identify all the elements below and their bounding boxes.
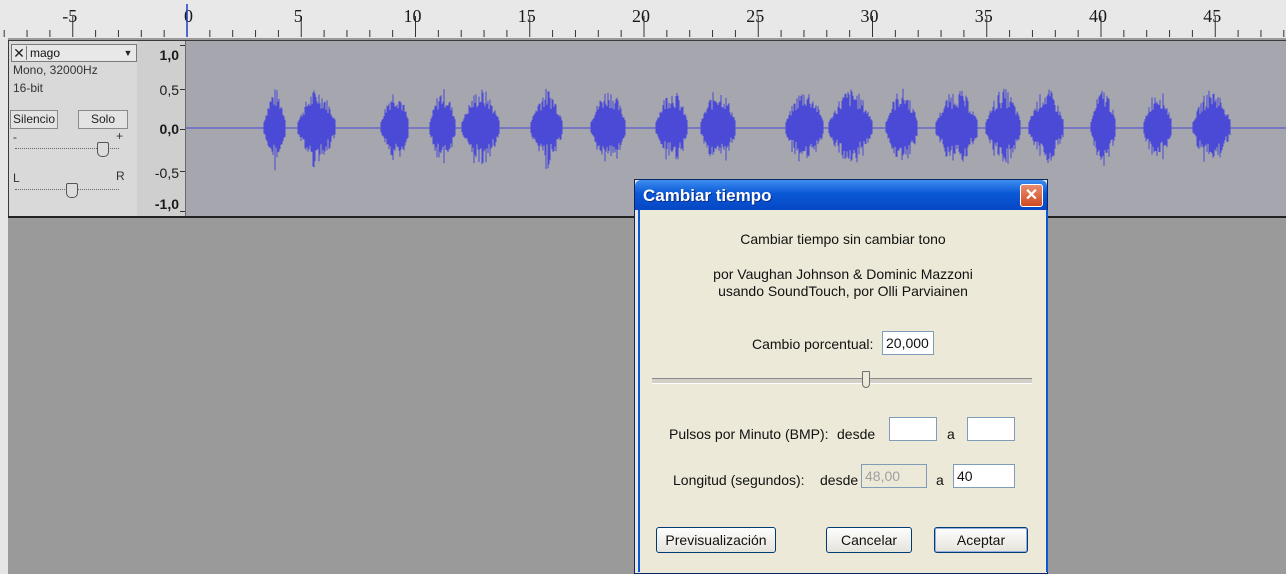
bpm-to-label: a [947, 426, 955, 442]
mute-button[interactable]: Silencio [10, 110, 58, 129]
dialog-credits-line1: por Vaughan Johnson & Dominic Mazzoni [713, 266, 973, 282]
bpm-label: Pulsos por Minuto (BMP): [669, 426, 829, 442]
track-name-menu[interactable]: mago [27, 46, 120, 60]
dialog-title: Cambiar tiempo [643, 186, 772, 205]
ruler-tick-label: 25 [746, 6, 764, 26]
length-from-label: desde [820, 472, 859, 488]
amp-label-half: 0,5 [159, 82, 179, 98]
track-close-icon[interactable]: ✕ [12, 46, 27, 60]
workspace-left-margin [0, 38, 8, 574]
amp-label-neg-half: -0,5 [154, 165, 179, 181]
gain-slider[interactable]: - + [13, 129, 123, 157]
cancel-button[interactable]: Cancelar [826, 527, 912, 553]
track-name-row: ✕ mago ▼ [11, 44, 137, 62]
ruler-tick-label: 30 [861, 6, 879, 26]
ok-button[interactable]: Aceptar [934, 527, 1028, 553]
amp-label-bottom: -1,0 [154, 196, 179, 212]
ruler-tick-label: 20 [632, 6, 650, 26]
close-icon[interactable]: ✕ [1020, 184, 1043, 207]
ruler-tick-label: 10 [404, 6, 422, 26]
ruler-tick-label: -5 [62, 6, 77, 26]
bpm-from-label: desde [837, 426, 876, 442]
gain-plus-label: + [116, 129, 124, 143]
ruler-tick-label: 35 [975, 6, 993, 26]
track-bitdepth: 16-bit [13, 81, 44, 95]
pan-left-label: L [13, 171, 20, 185]
amp-tick [180, 89, 185, 90]
ruler-tick-label: 5 [294, 6, 303, 26]
bpm-from-input[interactable] [889, 417, 937, 441]
ruler-tick-label: 40 [1089, 6, 1107, 26]
percent-change-input[interactable] [882, 331, 934, 355]
amp-tick [180, 171, 185, 172]
length-from-input [861, 464, 927, 488]
length-label: Longitud (segundos): [673, 472, 805, 488]
ruler-tick-label: 45 [1203, 6, 1221, 26]
dialog-title-bar[interactable]: Cambiar tiempo ✕ [635, 180, 1047, 210]
amplitude-scale: 1,0 0,5 0,0 -0,5 -1,0 [137, 41, 186, 216]
amp-label-top: 1,0 [159, 47, 179, 63]
length-to-input[interactable] [953, 464, 1015, 488]
amp-tick [180, 129, 185, 130]
pan-right-label: R [116, 169, 125, 183]
track-format: Mono, 32000Hz [13, 63, 98, 77]
ruler-tick-label: 15 [518, 6, 536, 26]
ruler-tick-label: 0 [184, 6, 193, 26]
timeline-ruler[interactable]: -5 0 5 10 15 20 25 30 35 40 45 [0, 0, 1286, 39]
pan-slider-thumb[interactable] [66, 183, 78, 198]
solo-button[interactable]: Solo [78, 110, 128, 129]
gain-minus-label: - [13, 130, 17, 144]
length-to-label: a [936, 472, 944, 488]
chevron-down-icon[interactable]: ▼ [120, 48, 136, 58]
waveform-signal [263, 88, 1231, 171]
percent-change-slider[interactable] [652, 378, 1032, 384]
dialog-credits-line2: usando SoundTouch, por Olli Parviainen [718, 283, 968, 299]
amp-tick [180, 211, 185, 212]
amp-tick [180, 45, 185, 46]
dialog-body: Cambiar tiempo sin cambiar tono por Vaug… [638, 210, 1048, 572]
amp-label-zero: 0,0 [159, 121, 179, 137]
bpm-to-input[interactable] [967, 417, 1015, 441]
ruler-ticks: -5 0 5 10 15 20 25 30 35 40 45 [3, 4, 1285, 37]
pan-slider[interactable]: L R [13, 169, 125, 198]
percent-change-label: Cambio porcentual: [752, 336, 874, 352]
dialog-description: Cambiar tiempo sin cambiar tono [740, 231, 946, 247]
percent-change-slider-thumb[interactable] [862, 371, 870, 388]
preview-button[interactable]: Previsualización [656, 527, 776, 553]
change-tempo-dialog: Cambiar tiempo ✕ Cambiar tiempo sin camb… [634, 179, 1048, 574]
gain-slider-thumb[interactable] [97, 142, 109, 157]
track-control-panel: ✕ mago ▼ Mono, 32000Hz 16-bit Silencio S… [9, 41, 138, 216]
